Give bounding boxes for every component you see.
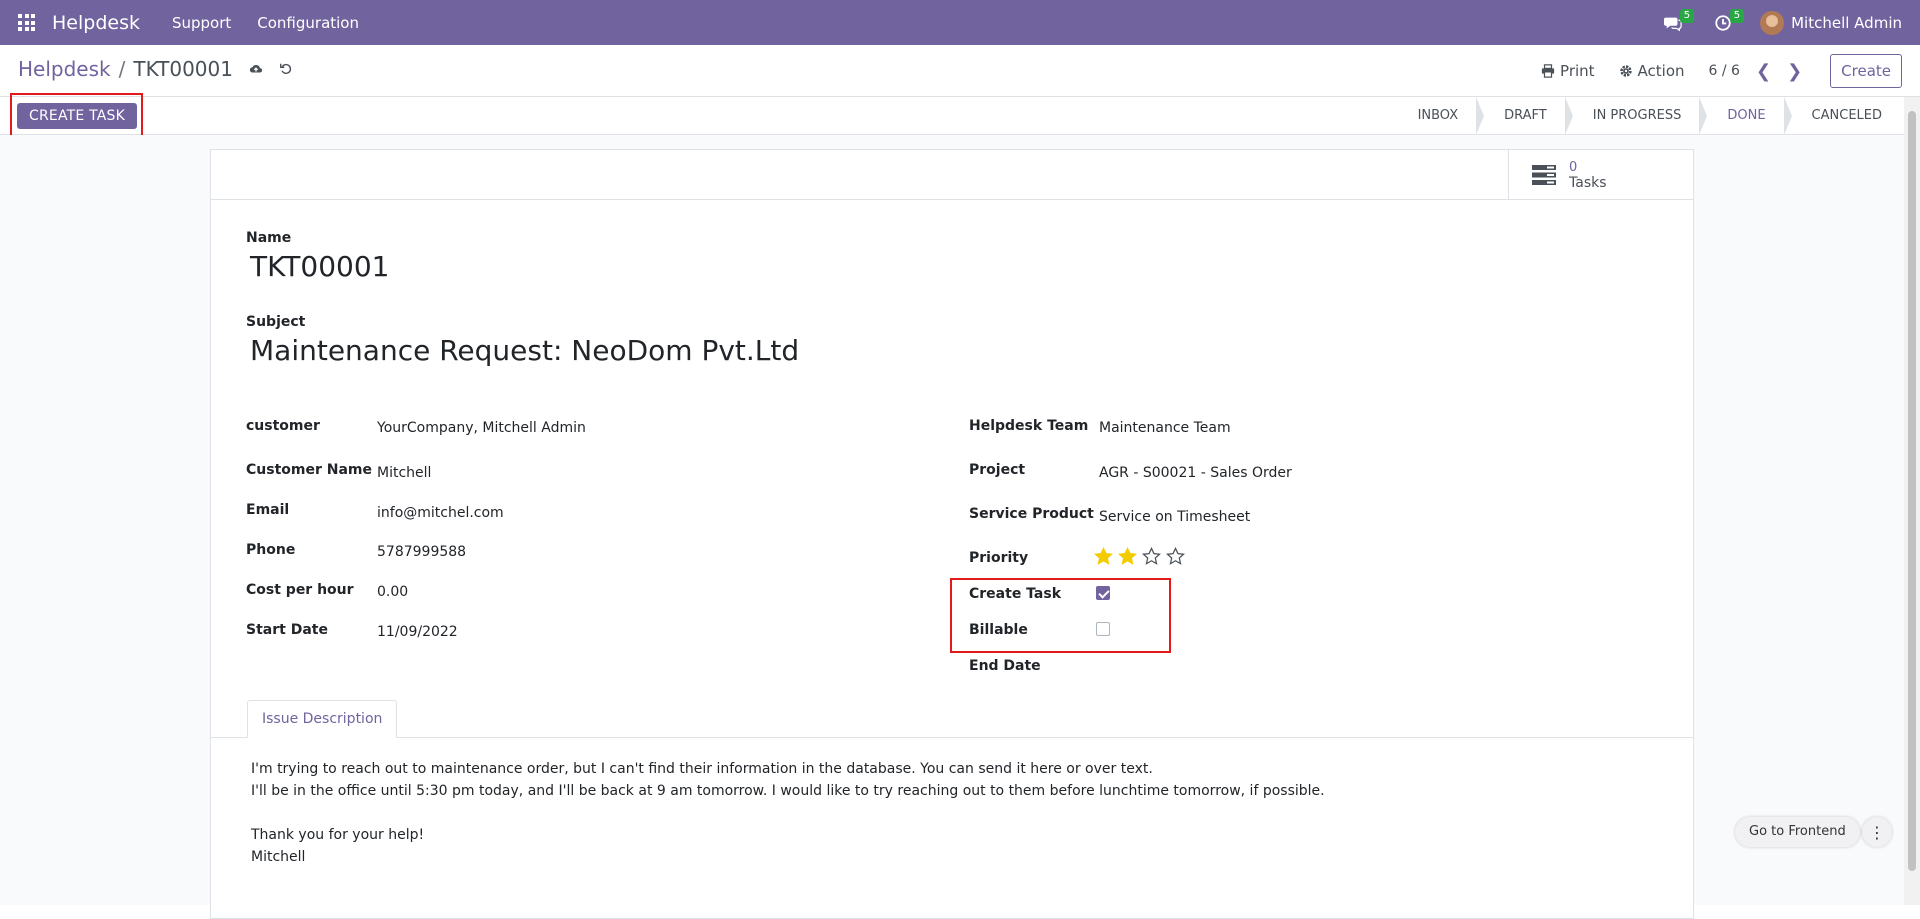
description-line [251, 802, 1325, 824]
helpdesk-team-label: Helpdesk Team [969, 418, 1089, 434]
discard-icon[interactable] [279, 62, 293, 76]
tasks-count: 0 [1569, 159, 1578, 175]
action-label: Action [1637, 62, 1685, 80]
email-field[interactable]: info@mitchel.com [377, 505, 504, 521]
stage-canceled[interactable]: CANCELED [1788, 97, 1904, 135]
name-field[interactable]: TKT00001 [250, 250, 389, 283]
stage-draft[interactable]: DRAFT [1480, 97, 1573, 135]
description-line: I'm trying to reach out to maintenance o… [251, 761, 1153, 777]
go-to-frontend-button[interactable]: Go to Frontend [1735, 817, 1860, 847]
subject-label: Subject [246, 314, 306, 330]
user-name: Mitchell Admin [1791, 13, 1902, 32]
subject-field[interactable]: Maintenance Request: NeoDom Pvt.Ltd [250, 334, 799, 367]
user-menu[interactable]: Mitchell Admin [1760, 10, 1902, 35]
smart-button-box: 0 Tasks [211, 150, 1693, 200]
print-button[interactable]: Print [1541, 62, 1595, 80]
end-date-label: End Date [969, 658, 1041, 674]
breadcrumb: Helpdesk / TKT00001 [18, 57, 293, 81]
star-empty-icon[interactable] [1142, 547, 1161, 566]
gear-icon [1619, 65, 1632, 77]
menu-configuration[interactable]: Configuration [257, 14, 359, 32]
priority-stars[interactable] [1094, 547, 1190, 566]
project-label: Project [969, 462, 1026, 478]
status-bar: CREATE TASK INBOX DRAFT IN PROGRESS DONE… [0, 97, 1904, 135]
control-panel: Helpdesk / TKT00001 Print Action 6 / 6 ❮… [0, 45, 1920, 97]
menu-support[interactable]: Support [172, 14, 231, 32]
print-label: Print [1560, 62, 1595, 80]
email-label: Email [246, 502, 290, 518]
breadcrumb-separator: / [118, 57, 126, 81]
start-date-label: Start Date [246, 622, 328, 638]
stage-pipeline: INBOX DRAFT IN PROGRESS DONE CANCELED [1394, 97, 1904, 135]
tasks-icon [1532, 165, 1556, 185]
form-sheet: 0 Tasks Name TKT00001 Subject Maintenanc… [210, 149, 1694, 919]
page-scrollbar[interactable] [1904, 97, 1920, 905]
project-field[interactable]: AGR - S00021 - Sales Order [1099, 465, 1292, 481]
top-navbar: Helpdesk Support Configuration 5 5 Mitch… [0, 0, 1920, 45]
name-label: Name [246, 230, 292, 246]
tasks-label: Tasks [1569, 174, 1607, 191]
helpdesk-team-field[interactable]: Maintenance Team [1099, 420, 1231, 436]
start-date-field[interactable]: 11/09/2022 [377, 624, 458, 640]
tasks-smart-button[interactable]: 0 Tasks [1508, 150, 1693, 200]
customer-label: customer [246, 418, 320, 434]
cloud-upload-icon[interactable] [249, 62, 263, 76]
stage-in-progress[interactable]: IN PROGRESS [1569, 97, 1707, 135]
priority-label: Priority [969, 550, 1029, 566]
pager-value[interactable]: 6 / 6 [1709, 63, 1740, 79]
more-options-icon[interactable]: ⋮ [1862, 817, 1892, 847]
stage-done[interactable]: DONE [1703, 97, 1792, 135]
issue-description-text[interactable]: I'm trying to reach out to maintenance o… [251, 758, 1325, 868]
service-product-label: Service Product [969, 506, 1094, 522]
customer-name-label: Customer Name [246, 462, 372, 478]
breadcrumb-current: TKT00001 [133, 57, 233, 81]
cost-per-hour-field[interactable]: 0.00 [377, 584, 408, 600]
star-filled-icon[interactable] [1094, 547, 1113, 566]
breadcrumb-parent[interactable]: Helpdesk [18, 57, 111, 81]
scrollbar-thumb[interactable] [1908, 111, 1916, 871]
messages-button[interactable]: 5 [1664, 0, 1695, 45]
pager-next-icon[interactable]: ❯ [1787, 61, 1802, 82]
create-button[interactable]: Create [1830, 54, 1902, 88]
messages-badge: 5 [1679, 9, 1695, 23]
stage-inbox[interactable]: INBOX [1394, 97, 1484, 135]
apps-grid-icon[interactable] [18, 13, 38, 33]
avatar [1760, 10, 1785, 35]
description-line: Mitchell [251, 849, 306, 865]
star-empty-icon[interactable] [1166, 547, 1185, 566]
notebook-tab-divider [211, 737, 1693, 738]
action-button[interactable]: Action [1619, 62, 1685, 80]
app-brand[interactable]: Helpdesk [52, 12, 140, 34]
activities-button[interactable]: 5 [1714, 0, 1745, 45]
description-line: I'll be in the office until 5:30 pm toda… [251, 783, 1325, 799]
tab-issue-description[interactable]: Issue Description [247, 700, 398, 738]
cost-per-hour-label: Cost per hour [246, 582, 354, 598]
highlight-task-checkboxes [950, 578, 1171, 653]
pager-previous-icon[interactable]: ❮ [1756, 61, 1771, 82]
star-filled-icon[interactable] [1118, 547, 1137, 566]
customer-field[interactable]: YourCompany, Mitchell Admin [377, 420, 586, 436]
phone-field[interactable]: 5787999588 [377, 544, 466, 560]
phone-label: Phone [246, 542, 296, 558]
printer-icon [1541, 64, 1555, 78]
activities-badge: 5 [1729, 9, 1745, 23]
description-line: Thank you for your help! [251, 827, 425, 843]
customer-name-field[interactable]: Mitchell [377, 465, 431, 481]
service-product-field[interactable]: Service on Timesheet [1099, 509, 1250, 525]
highlight-create-task-button [10, 93, 143, 140]
